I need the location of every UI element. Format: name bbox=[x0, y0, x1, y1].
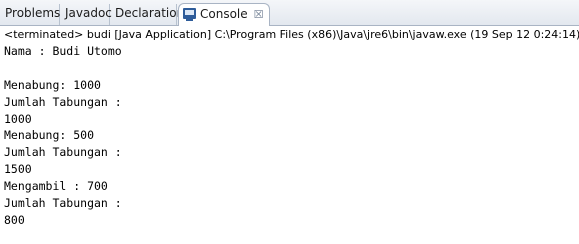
tab-problems[interactable]: Problems bbox=[0, 4, 60, 25]
console-line: Nama : Budi Utomo bbox=[4, 44, 122, 58]
console-line: Jumlah Tabungan : bbox=[4, 94, 122, 109]
tab-console[interactable]: Console ☒ bbox=[178, 3, 270, 26]
console-line: 1500 bbox=[4, 162, 32, 177]
console-icon bbox=[183, 8, 196, 21]
close-icon[interactable]: ☒ bbox=[254, 4, 264, 25]
console-line: 800 bbox=[4, 212, 25, 227]
console-line: Jumlah Tabungan : bbox=[4, 196, 122, 211]
console-output[interactable]: Nama : Budi Utomo Menabung: 1000 Jumlah Ta… bbox=[0, 43, 579, 244]
console-line: Jumlah Tabungan : bbox=[4, 145, 122, 160]
process-status-line: <terminated> budi [Java Application] C:\… bbox=[0, 26, 579, 43]
console-line: Menabung: 1000 bbox=[4, 77, 101, 92]
console-line: Menabung: 500 bbox=[4, 128, 95, 143]
tab-console-label: Console bbox=[200, 7, 248, 21]
tab-declaration[interactable]: Declaration bbox=[110, 4, 184, 25]
console-line: Mengambil : 700 bbox=[4, 179, 108, 194]
tab-javadoc[interactable]: Javadoc bbox=[60, 4, 112, 25]
view-tab-bar: Problems Javadoc Declaration Console ☒ bbox=[0, 0, 579, 26]
console-line: 1000 bbox=[4, 111, 32, 126]
eclipse-console-view: Problems Javadoc Declaration Console ☒ <t… bbox=[0, 0, 579, 244]
